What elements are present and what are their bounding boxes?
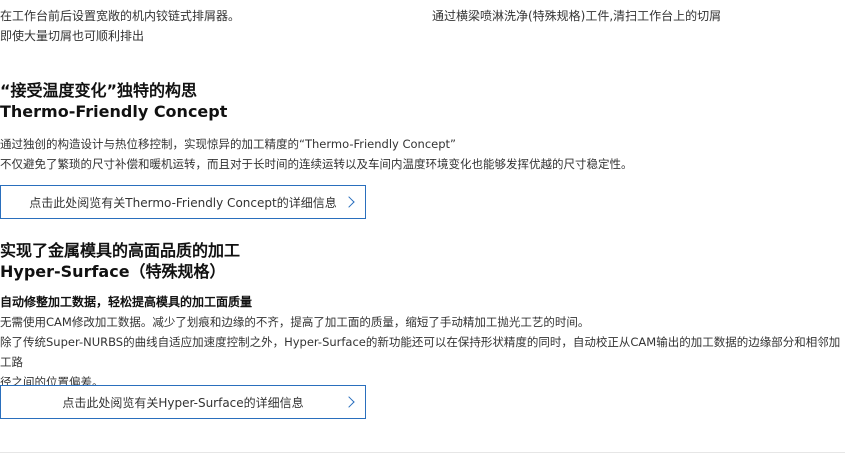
hyper-subheading: 自动修整加工数据，轻松提高模具的加工面质量 — [0, 295, 253, 309]
hyper-heading-cn: 实现了金属模具的高面品质的加工 — [0, 241, 241, 260]
top-left-text-block: 在工作台前后设置宽敞的机内铰链式排屑器。 即使大量切屑也可顺利排出 — [0, 6, 240, 46]
chip-conveyor-text-line2: 即使大量切屑也可顺利排出 — [0, 29, 145, 43]
crossbeam-wash-text: 通过横梁喷淋洗净(特殊规格)工件,清扫工作台上的切屑 — [432, 9, 722, 23]
divider — [0, 452, 845, 453]
hyper-heading-en: Hyper-Surface（特殊规格） — [0, 262, 226, 281]
thermo-details-link-button[interactable]: 点击此处阅览有关Thermo-Friendly Concept的详细信息 — [0, 185, 366, 219]
chevron-right-icon — [343, 196, 355, 208]
chevron-right-icon — [343, 396, 355, 408]
hyper-description-1: 无需使用CAM修改加工数据。减少了划痕和边缘的不齐，提高了加工面的质量，缩短了手… — [0, 315, 590, 329]
chip-conveyor-text-line1: 在工作台前后设置宽敞的机内铰链式排屑器。 — [0, 9, 241, 23]
thermo-heading-en: Thermo-Friendly Concept — [0, 102, 228, 121]
hyper-description-2a: 除了传统Super-NURBS的曲线自适应加速度控制之外，Hyper-Surfa… — [0, 335, 841, 369]
thermo-description-2: 不仅避免了繁琐的尺寸补偿和暖机运转，而且对于长时间的连续运转以及车间内温度环境变… — [0, 157, 633, 171]
thermo-details-link-label: 点击此处阅览有关Thermo-Friendly Concept的详细信息 — [29, 195, 337, 210]
hyper-details-link-button[interactable]: 点击此处阅览有关Hyper-Surface的详细信息 — [0, 385, 366, 419]
thermo-friendly-section: “接受温度变化”独特的构思 Thermo-Friendly Concept 通过… — [0, 80, 845, 174]
top-right-text-block: 通过横梁喷淋洗净(特殊规格)工件,清扫工作台上的切屑 — [432, 6, 721, 26]
thermo-description-1: 通过独创的构造设计与热位移控制，实现惊异的加工精度的“Thermo-Friend… — [0, 137, 457, 151]
hyper-details-link-label: 点击此处阅览有关Hyper-Surface的详细信息 — [62, 395, 304, 410]
hyper-surface-section: 实现了金属模具的高面品质的加工 Hyper-Surface（特殊规格） 自动修整… — [0, 240, 845, 392]
thermo-heading-cn: “接受温度变化”独特的构思 — [0, 81, 198, 100]
